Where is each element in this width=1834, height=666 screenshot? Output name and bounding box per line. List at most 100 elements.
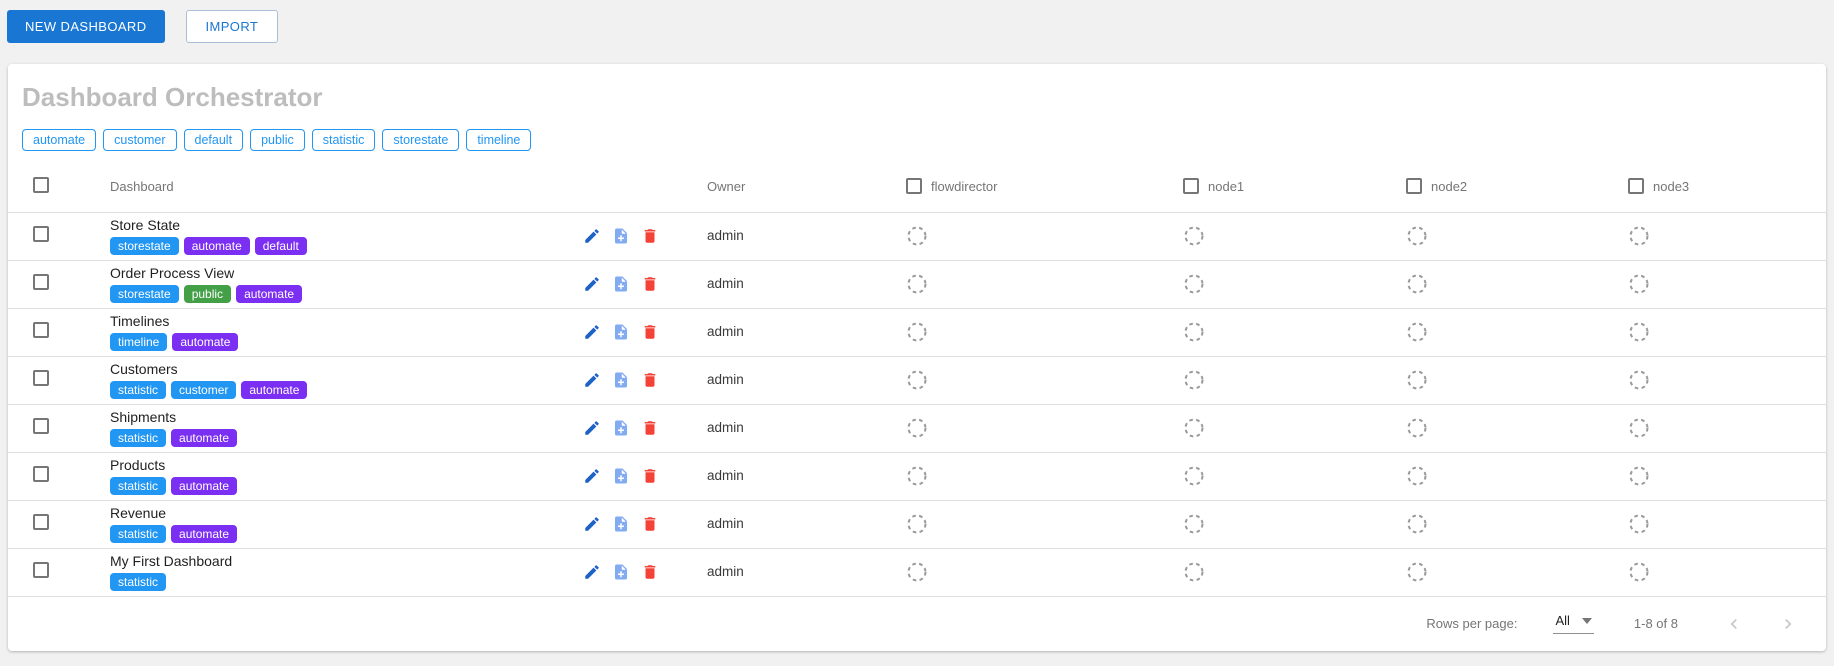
- delete-button[interactable]: [641, 227, 659, 245]
- node-status-circle-icon: [906, 225, 928, 247]
- new-dashboard-button[interactable]: NEW DASHBOARD: [7, 10, 165, 43]
- delete-button[interactable]: [641, 419, 659, 437]
- duplicate-button[interactable]: [612, 371, 630, 389]
- select-all-checkbox[interactable]: [33, 177, 49, 193]
- edit-button[interactable]: [583, 227, 601, 245]
- node-status-circle-icon: [1628, 369, 1650, 391]
- node-status-circle-icon: [1628, 561, 1650, 583]
- node-status-circle-icon: [1406, 273, 1428, 295]
- duplicate-document-icon: [612, 419, 630, 437]
- dashboard-name: My First Dashboard: [110, 553, 569, 570]
- import-button[interactable]: IMPORT: [186, 10, 279, 43]
- edit-button[interactable]: [583, 323, 601, 341]
- owner-cell: admin: [707, 324, 744, 339]
- owner-column-header: Owner: [707, 179, 745, 194]
- edit-button[interactable]: [583, 515, 601, 533]
- tag-default: default: [255, 237, 307, 255]
- duplicate-button[interactable]: [612, 323, 630, 341]
- table-row: Order Process View storestatepublicautom…: [8, 260, 1826, 308]
- node-column-checkbox-node3[interactable]: [1628, 178, 1644, 194]
- node-status-circle-icon: [906, 465, 928, 487]
- tag-statistic: statistic: [110, 477, 166, 495]
- delete-button[interactable]: [641, 467, 659, 485]
- duplicate-document-icon: [612, 323, 630, 341]
- duplicate-button[interactable]: [612, 419, 630, 437]
- row-checkbox[interactable]: [33, 562, 49, 578]
- delete-button[interactable]: [641, 275, 659, 293]
- filter-chip-timeline[interactable]: timeline: [466, 129, 531, 151]
- tag-automate: automate: [241, 381, 307, 399]
- delete-trash-icon: [641, 563, 659, 581]
- row-checkbox[interactable]: [33, 514, 49, 530]
- edit-pencil-icon: [583, 371, 601, 389]
- row-checkbox[interactable]: [33, 274, 49, 290]
- node-status-circle-icon: [1183, 561, 1205, 583]
- delete-trash-icon: [641, 419, 659, 437]
- tag-statistic: statistic: [110, 381, 166, 399]
- tag-automate: automate: [171, 525, 237, 543]
- node-status-circle-icon: [1628, 225, 1650, 247]
- node-column-header: node2: [1431, 179, 1467, 194]
- filter-chip-automate[interactable]: automate: [22, 129, 96, 151]
- node-status-circle-icon: [1183, 321, 1205, 343]
- filter-chip-statistic[interactable]: statistic: [312, 129, 376, 151]
- row-checkbox[interactable]: [33, 322, 49, 338]
- duplicate-document-icon: [612, 515, 630, 533]
- node-status-circle-icon: [1406, 321, 1428, 343]
- duplicate-document-icon: [612, 371, 630, 389]
- duplicate-document-icon: [612, 563, 630, 581]
- duplicate-button[interactable]: [612, 275, 630, 293]
- table-row: Timelines timelineautomate admin: [8, 308, 1826, 356]
- row-checkbox[interactable]: [33, 226, 49, 242]
- edit-pencil-icon: [583, 515, 601, 533]
- delete-trash-icon: [641, 323, 659, 341]
- row-checkbox[interactable]: [33, 418, 49, 434]
- node-status-circle-icon: [906, 321, 928, 343]
- edit-button[interactable]: [583, 419, 601, 437]
- table-row: Shipments statisticautomate admin: [8, 404, 1826, 452]
- filter-chip-customer[interactable]: customer: [103, 129, 176, 151]
- tag-statistic: statistic: [110, 525, 166, 543]
- node-column-checkbox-node1[interactable]: [1183, 178, 1199, 194]
- dashboard-name: Store State: [110, 217, 569, 234]
- node-status-circle-icon: [906, 273, 928, 295]
- edit-button[interactable]: [583, 371, 601, 389]
- edit-button[interactable]: [583, 563, 601, 581]
- filter-chip-default[interactable]: default: [184, 129, 244, 151]
- tag-list: statisticautomate: [110, 477, 569, 495]
- dashboard-name: Shipments: [110, 409, 569, 426]
- tag-automate: automate: [236, 285, 302, 303]
- delete-button[interactable]: [641, 515, 659, 533]
- delete-button[interactable]: [641, 323, 659, 341]
- duplicate-button[interactable]: [612, 227, 630, 245]
- edit-pencil-icon: [583, 467, 601, 485]
- table-row: My First Dashboard statistic admin: [8, 548, 1826, 596]
- owner-cell: admin: [707, 372, 744, 387]
- node-column-checkbox-node2[interactable]: [1406, 178, 1422, 194]
- node-column-checkbox-flowdirector[interactable]: [906, 178, 922, 194]
- owner-cell: admin: [707, 468, 744, 483]
- row-checkbox[interactable]: [33, 466, 49, 482]
- duplicate-button[interactable]: [612, 515, 630, 533]
- table-row: Products statisticautomate admin: [8, 452, 1826, 500]
- delete-button[interactable]: [641, 563, 659, 581]
- duplicate-document-icon: [612, 467, 630, 485]
- edit-button[interactable]: [583, 275, 601, 293]
- filter-chip-public[interactable]: public: [250, 129, 305, 151]
- next-page-icon[interactable]: [1778, 614, 1798, 634]
- node-status-circle-icon: [1406, 513, 1428, 535]
- filter-chip-list: automate customer default public statistic st…: [22, 129, 1826, 151]
- duplicate-button[interactable]: [612, 467, 630, 485]
- filter-chip-storestate[interactable]: storestate: [382, 129, 459, 151]
- rows-per-page-select[interactable]: All: [1553, 613, 1593, 634]
- rows-per-page-label: Rows per page:: [1426, 616, 1517, 631]
- previous-page-icon[interactable]: [1724, 614, 1744, 634]
- edit-button[interactable]: [583, 467, 601, 485]
- edit-pencil-icon: [583, 227, 601, 245]
- tag-list: timelineautomate: [110, 333, 569, 351]
- node-status-circle-icon: [1406, 225, 1428, 247]
- duplicate-button[interactable]: [612, 563, 630, 581]
- row-checkbox[interactable]: [33, 370, 49, 386]
- delete-button[interactable]: [641, 371, 659, 389]
- node-status-circle-icon: [1628, 273, 1650, 295]
